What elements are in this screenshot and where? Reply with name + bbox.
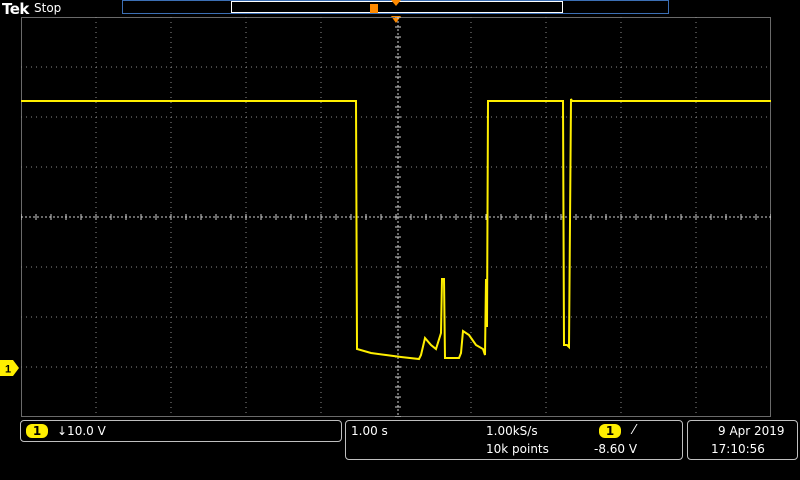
channel1-scale: ↓10.0 V	[57, 424, 106, 438]
date-display: 9 Apr 2019	[718, 424, 785, 438]
trigger-source-badge: 1	[599, 424, 621, 438]
horizontal-trigger-readout[interactable]: 1.00 s 1.00kS/s 10k points 1 ⁄ -8.60 V	[345, 420, 683, 460]
top-status-bar: Tek Stop	[0, 0, 800, 23]
time-per-div: 1.00 s	[351, 424, 388, 438]
time-display: 17:10:56	[711, 442, 765, 456]
datetime-readout: 9 Apr 2019 17:10:56	[687, 420, 798, 460]
waveform-graticule	[21, 17, 771, 417]
channel1-readout[interactable]: 1 ↓10.0 V	[20, 420, 342, 442]
trigger-level: -8.60 V	[594, 442, 638, 456]
brand-logo: Tek	[2, 0, 29, 18]
trigger-position-icon	[391, 0, 401, 6]
acquisition-status: Stop	[34, 1, 62, 15]
trigger-slope-icon: ⁄	[633, 423, 636, 438]
sample-rate: 1.00kS/s	[486, 424, 538, 438]
channel-ground-marker-icon[interactable]: 1	[0, 360, 20, 376]
channel-marker-label: 1	[5, 364, 11, 376]
bottom-readout-bar: 1 ↓10.0 V 1.00 s 1.00kS/s 10k points 1 ⁄…	[0, 418, 800, 480]
channel1-badge: 1	[26, 424, 48, 438]
channel1-waveform-trace	[21, 98, 771, 361]
record-trigger-marker-icon	[370, 4, 378, 13]
record-length: 10k points	[486, 442, 549, 456]
